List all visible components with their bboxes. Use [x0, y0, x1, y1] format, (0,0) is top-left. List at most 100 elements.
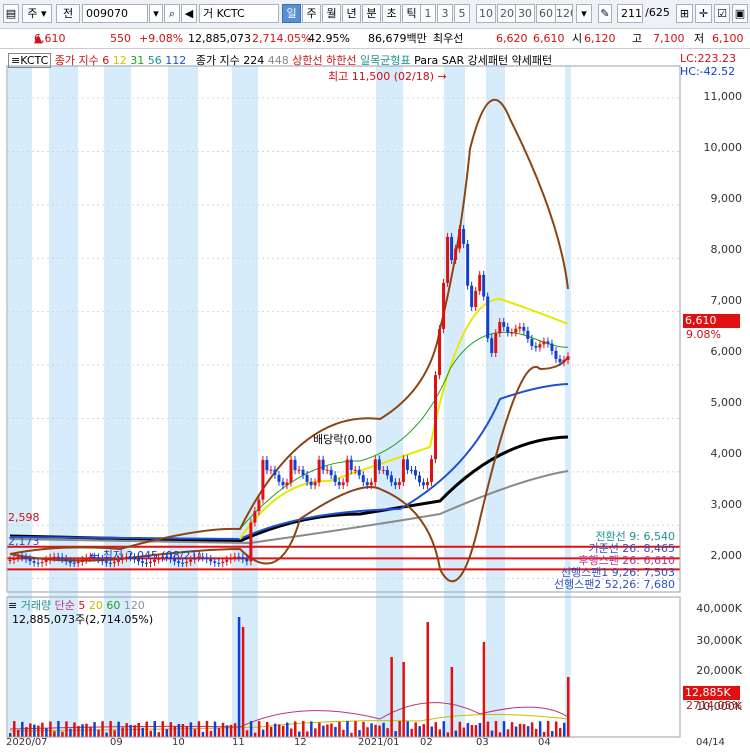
interval-1[interactable]: 1	[420, 4, 436, 23]
volume-bar	[113, 730, 116, 737]
price-chart-canvas[interactable]	[0, 49, 750, 750]
interval-20[interactable]: 20	[497, 4, 517, 23]
speaker-icon[interactable]: ◀	[181, 4, 197, 23]
tab-yearly[interactable]: 년	[342, 4, 361, 23]
candle-body	[60, 557, 64, 559]
period-select[interactable]: 전	[56, 4, 80, 23]
legend-strong-pattern[interactable]: 강세패턴	[468, 54, 508, 67]
legend-upper-limit[interactable]: 상한선	[292, 54, 322, 67]
candle-body	[333, 475, 337, 482]
candle-body	[249, 522, 253, 562]
volume-bar	[466, 723, 470, 737]
candle-body	[297, 469, 301, 471]
volume-axis-20000k: 20,000K	[696, 664, 742, 677]
tab-second[interactable]: 초	[382, 4, 401, 23]
checkbox-icon[interactable]: ☑	[714, 4, 730, 23]
volume-bar	[41, 722, 44, 737]
volume-value: 12,885,073주(2,714.05%)	[12, 613, 154, 626]
stock-name-field[interactable]: 거 KCTC	[199, 4, 279, 23]
volume-bar	[173, 726, 177, 737]
current-price: 6,610 ▲	[34, 32, 66, 45]
volume-bar	[65, 721, 68, 737]
candle-body	[494, 333, 498, 353]
candle-body	[24, 557, 28, 559]
crosshair-icon[interactable]: ✛	[695, 4, 712, 23]
legend-lower-limit[interactable]: 하한선	[326, 54, 356, 67]
count-input[interactable]: 211	[617, 4, 643, 23]
interval-3[interactable]: 3	[437, 4, 453, 23]
volume-bar	[342, 729, 345, 737]
legend-ma-224: 224	[243, 54, 265, 67]
volume-bar	[61, 731, 64, 737]
volume-bar	[161, 721, 165, 737]
x-label-09: 09	[110, 737, 123, 748]
candle-body	[357, 469, 361, 476]
candle-body	[293, 459, 297, 471]
ma-448-line	[9, 470, 569, 545]
tab-minute[interactable]: 분	[362, 4, 381, 23]
tab-tick[interactable]: 틱	[402, 4, 421, 23]
volume-bar	[241, 627, 245, 737]
volume-bar	[77, 725, 80, 737]
custom-interval-icon[interactable]: ▾	[576, 4, 592, 23]
chart-area[interactable]	[0, 49, 750, 750]
x-label-02: 02	[420, 737, 433, 748]
candle-body	[305, 475, 309, 482]
candle-body	[413, 470, 417, 476]
volume-bar	[538, 721, 542, 737]
legend-ma-title[interactable]: 종가 지수	[55, 54, 99, 67]
volume-bar	[490, 730, 494, 737]
tab-monthly[interactable]: 월	[322, 4, 341, 23]
tab-weekly[interactable]: 주	[302, 4, 321, 23]
code-input[interactable]: 009070	[82, 4, 148, 23]
settings-icon[interactable]: ✎	[598, 4, 612, 23]
type-select[interactable]: 주 ▾	[22, 4, 52, 23]
high-price: 7,100	[653, 32, 685, 45]
volume-bar	[426, 622, 429, 737]
volume-bar	[370, 723, 373, 737]
interval-30[interactable]: 30	[515, 4, 535, 23]
interval-60[interactable]: 60	[536, 4, 556, 23]
volume-bar	[217, 727, 221, 737]
candle-body	[409, 469, 413, 471]
high-note: 최고 11,500 (02/18) →	[328, 70, 447, 83]
interval-120[interactable]: 120	[555, 4, 573, 23]
legend-parasar[interactable]: Para SAR	[414, 54, 464, 67]
candle-body	[313, 482, 317, 486]
price-axis-10000: 10,000	[703, 141, 743, 154]
chart-menu-icon[interactable]: ▤	[3, 4, 19, 23]
volume-bar	[137, 722, 140, 737]
candle-body	[237, 556, 241, 558]
tab-daily[interactable]: 일	[282, 4, 301, 23]
volume-bar	[93, 722, 96, 737]
volume-axis-30000k: 30,000K	[696, 634, 742, 647]
volume-bar	[550, 731, 554, 737]
candle-body	[530, 338, 534, 346]
volume-bar	[498, 732, 502, 737]
volume-bar	[382, 722, 385, 737]
legend-box[interactable]: ≡KCTC	[8, 53, 52, 68]
interval-5[interactable]: 5	[454, 4, 470, 23]
volume-bar	[522, 724, 526, 737]
high-label: 고	[632, 32, 643, 45]
candle-body	[538, 344, 542, 348]
volume-bar	[209, 730, 213, 737]
save-icon[interactable]: ▣	[732, 4, 748, 23]
code-dropdown-icon[interactable]: ▾	[149, 4, 163, 23]
candle-body	[337, 481, 341, 486]
volume-bar	[145, 721, 148, 737]
volume-bar	[169, 722, 173, 737]
volume-bar	[386, 728, 389, 737]
x-label-04-14: 04/14	[696, 737, 725, 748]
legend-weak-pattern[interactable]: 약세패턴	[512, 54, 552, 67]
candle-body	[434, 375, 438, 460]
interval-10[interactable]: 10	[476, 4, 496, 23]
legend-ichimoku[interactable]: 일목균형표	[360, 54, 411, 67]
volume-bar	[378, 725, 381, 737]
legend-long-ma-title[interactable]: 종가 지수	[196, 54, 240, 67]
volume-bar	[197, 721, 201, 737]
toolbar: ▤ 주 ▾ 전 009070 ▾ ⌕ ◀ 거 KCTC 일 주 월 년 분 초 …	[0, 0, 750, 29]
hc-value: HC:-42.52	[680, 65, 736, 78]
grid-icon[interactable]: ⊞	[676, 4, 693, 23]
search-icon[interactable]: ⌕	[164, 4, 180, 23]
